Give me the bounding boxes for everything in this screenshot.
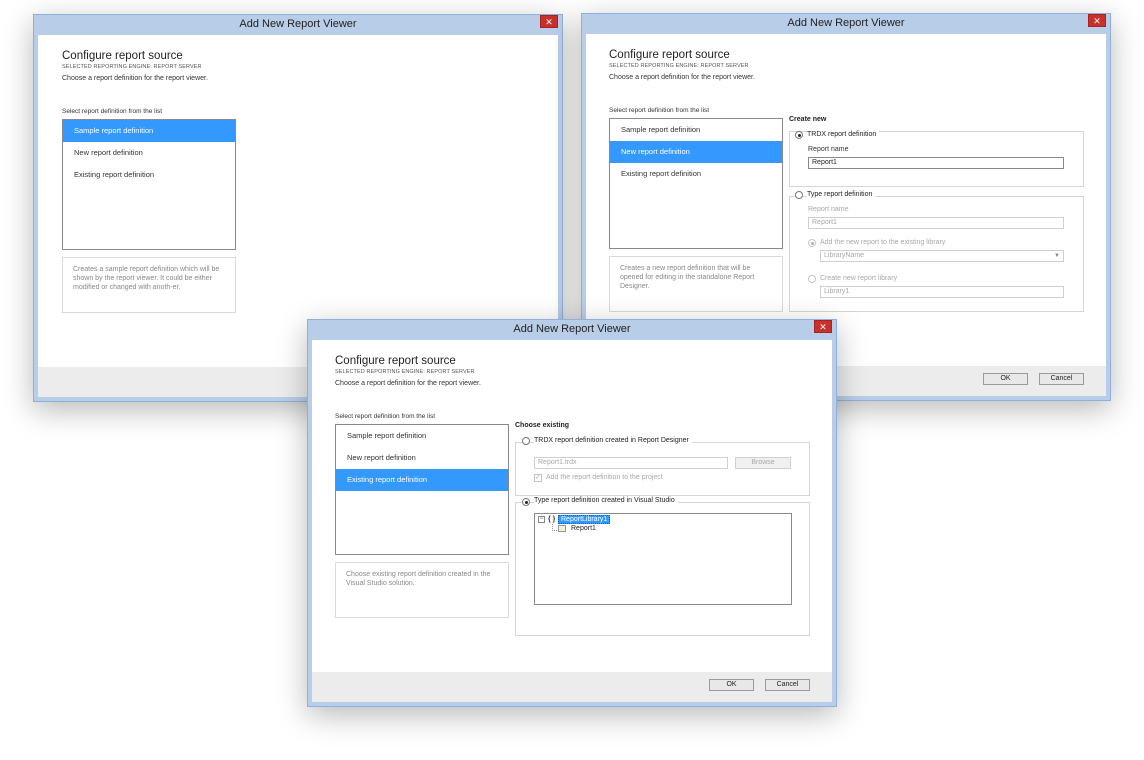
type-radio[interactable]	[522, 498, 530, 506]
report-class-icon	[558, 525, 566, 532]
title-bar[interactable]: Add New Report Viewer ✕	[308, 320, 836, 340]
page-subtitle: SELECTED REPORTING ENGINE: REPORT SERVER	[335, 369, 475, 375]
library-select-value: LibraryName	[824, 252, 865, 259]
report-name-input[interactable]: Report1	[808, 157, 1064, 169]
description-box: Creates a new report definition that wil…	[609, 256, 783, 312]
trdx-radio-label: TRDX report definition created in Report…	[534, 437, 692, 444]
ok-button[interactable]: OK	[983, 373, 1028, 385]
close-icon[interactable]: ✕	[1088, 14, 1106, 27]
description-box: Creates a sample report definition which…	[62, 257, 236, 313]
page-subtitle: SELECTED REPORTING ENGINE: REPORT SERVER	[62, 64, 202, 70]
ok-button[interactable]: OK	[709, 679, 754, 691]
dialog-footer: OK Cancel	[312, 672, 832, 702]
page-description: Choose a report definition for the repor…	[609, 74, 755, 81]
list-item-existing[interactable]: Existing report definition	[336, 469, 508, 491]
close-icon[interactable]: ✕	[540, 15, 558, 28]
add-to-project-checkbox[interactable]: ✓	[534, 474, 542, 482]
chevron-down-icon[interactable]: ▼	[1054, 251, 1060, 261]
window-title: Add New Report Viewer	[513, 323, 631, 335]
trdx-group	[515, 442, 810, 496]
list-item-existing[interactable]: Existing report definition	[63, 164, 235, 186]
trdx-file-input[interactable]: Report1.trdx	[534, 457, 728, 469]
trdx-radio[interactable]	[522, 437, 530, 445]
browse-button[interactable]: Browse	[735, 457, 791, 469]
page-subtitle: SELECTED REPORTING ENGINE: REPORT SERVER	[609, 63, 749, 69]
page-title: Configure report source	[335, 355, 456, 367]
report-definition-list[interactable]: Sample report definition New report defi…	[62, 119, 236, 250]
type-radio[interactable]	[795, 191, 803, 199]
list-item-sample[interactable]: Sample report definition	[610, 119, 782, 141]
section-create-new: Create new	[789, 116, 827, 123]
namespace-icon: { }	[548, 516, 556, 523]
type-report-name-label: Report name	[808, 206, 849, 213]
list-item-existing[interactable]: Existing report definition	[610, 163, 782, 185]
title-bar[interactable]: Add New Report Viewer ✕	[582, 14, 1110, 34]
create-library-radio[interactable]	[808, 275, 816, 283]
list-label: Select report definition from the list	[335, 413, 436, 420]
create-library-label: Create new report library	[820, 275, 898, 282]
report-definition-list[interactable]: Sample report definition New report defi…	[609, 118, 783, 249]
section-choose-existing: Choose existing	[515, 422, 570, 429]
tree-node-report-library[interactable]: ReportLibrary1	[558, 515, 611, 524]
report-name-label: Report name	[808, 146, 849, 153]
existing-library-radio[interactable]	[808, 239, 816, 247]
window-title: Add New Report Viewer	[787, 17, 905, 29]
list-label: Select report definition from the list	[609, 107, 710, 114]
tree-collapse-icon[interactable]: −	[538, 516, 545, 523]
library-select[interactable]: LibraryName ▼	[820, 250, 1064, 262]
title-bar[interactable]: Add New Report Viewer ✕	[34, 15, 562, 35]
existing-library-label: Add the new report to the existing libra…	[820, 239, 946, 246]
dialog-body: Configure report source SELECTED REPORTI…	[312, 340, 832, 702]
report-tree[interactable]: − { } ReportLibrary1 Report1	[534, 513, 792, 605]
list-item-sample[interactable]: Sample report definition	[336, 425, 508, 447]
list-item-new[interactable]: New report definition	[63, 142, 235, 164]
list-label: Select report definition from the list	[62, 108, 163, 115]
description-box: Choose existing report definition create…	[335, 562, 509, 618]
close-icon[interactable]: ✕	[814, 320, 832, 333]
add-to-project-label: Add the report definition to the project	[546, 474, 663, 481]
list-item-new[interactable]: New report definition	[610, 141, 782, 163]
trdx-radio[interactable]	[795, 131, 803, 139]
cancel-button[interactable]: Cancel	[1039, 373, 1084, 385]
trdx-radio-label: TRDX report definition	[807, 131, 880, 138]
page-title: Configure report source	[609, 49, 730, 61]
report-definition-list[interactable]: Sample report definition New report defi…	[335, 424, 509, 555]
dialog-existing-report: Add New Report Viewer ✕ Configure report…	[307, 319, 837, 707]
page-description: Choose a report definition for the repor…	[335, 380, 481, 387]
list-item-sample[interactable]: Sample report definition	[63, 120, 235, 142]
type-radio-label: Type report definition	[807, 191, 876, 198]
tree-node-report1[interactable]: Report1	[571, 525, 596, 532]
type-radio-label: Type report definition created in Visual…	[534, 497, 678, 504]
type-report-name-input[interactable]: Report1	[808, 217, 1064, 229]
window-title: Add New Report Viewer	[239, 18, 357, 30]
list-item-new[interactable]: New report definition	[336, 447, 508, 469]
new-library-input[interactable]: Library1	[820, 286, 1064, 298]
page-description: Choose a report definition for the repor…	[62, 75, 208, 82]
cancel-button[interactable]: Cancel	[765, 679, 810, 691]
page-title: Configure report source	[62, 50, 183, 62]
